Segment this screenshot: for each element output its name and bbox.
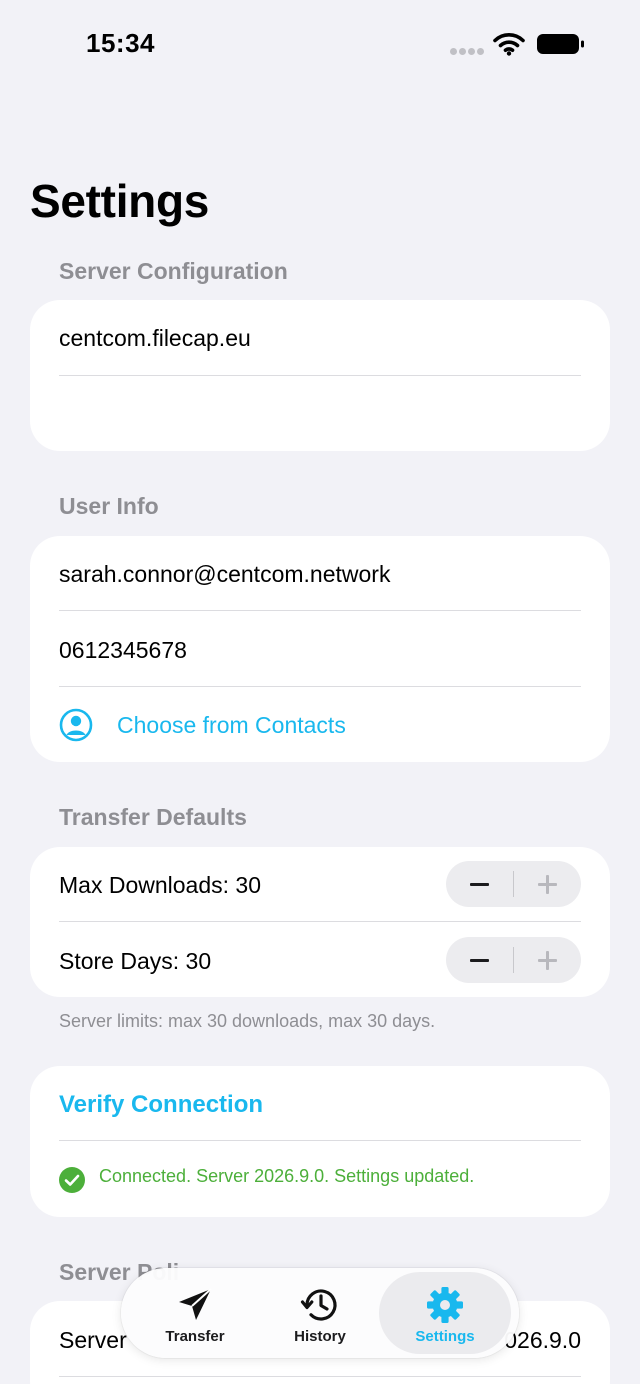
- choose-from-contacts-button[interactable]: Choose from Contacts: [117, 712, 346, 739]
- server-config-card: centcom.filecap.eu: [30, 300, 610, 451]
- email-field[interactable]: sarah.connor@centcom.network: [59, 561, 581, 588]
- server-limits-note: Server limits: max 30 downloads, max 30 …: [59, 1011, 436, 1031]
- gear-icon: [427, 1287, 463, 1323]
- connection-status-text: Connected. Server 2026.9.0. Settings upd…: [99, 1166, 475, 1186]
- page-title: Settings: [30, 175, 210, 227]
- transfer-defaults-header: Transfer Defaults: [59, 804, 247, 830]
- battery-icon: [537, 34, 584, 54]
- divider: [59, 1376, 581, 1377]
- wifi-icon: [493, 33, 525, 56]
- divider: [59, 610, 581, 611]
- tab-settings[interactable]: Settings: [379, 1272, 511, 1354]
- verify-card: Verify Connection Connected. Server 2026…: [30, 1066, 610, 1217]
- tab-history[interactable]: History: [254, 1272, 386, 1354]
- server-version-value: 026.9.0: [504, 1327, 581, 1353]
- status-time: 15:34: [86, 28, 155, 58]
- tab-label: Settings: [415, 1328, 475, 1345]
- settings-screen: 15:34 Settings Server Configuration cent…: [0, 0, 640, 1384]
- server-second-field[interactable]: [59, 400, 581, 428]
- store-days-decrement-button[interactable]: [446, 937, 513, 983]
- person-circle-icon[interactable]: [59, 708, 93, 742]
- max-downloads-label: Max Downloads: 30: [59, 872, 261, 898]
- paperplane-icon: [179, 1288, 212, 1320]
- server-url-field[interactable]: centcom.filecap.eu: [59, 325, 581, 352]
- user-info-header: User Info: [59, 493, 159, 519]
- transfer-defaults-card: Max Downloads: 30 Store Days: 30: [30, 847, 610, 997]
- status-bar: 15:34: [0, 0, 640, 90]
- server-version-label: Server: [59, 1327, 127, 1353]
- tab-bar: Transfer History Settings: [121, 1268, 519, 1358]
- store-days-increment-button[interactable]: [514, 937, 581, 983]
- user-info-card: sarah.connor@centcom.network 0612345678 …: [30, 536, 610, 762]
- divider: [59, 1140, 581, 1141]
- clock-history-icon: [300, 1289, 337, 1321]
- server-config-header: Server Configuration: [59, 258, 288, 284]
- tab-transfer[interactable]: Transfer: [129, 1272, 261, 1354]
- divider: [59, 686, 581, 687]
- store-days-label: Store Days: 30: [59, 948, 212, 974]
- store-days-stepper: [446, 937, 581, 983]
- tab-label: History: [294, 1328, 346, 1345]
- max-downloads-increment-button[interactable]: [514, 861, 581, 907]
- verify-connection-button[interactable]: Verify Connection: [59, 1091, 263, 1119]
- phone-field[interactable]: 0612345678: [59, 637, 581, 664]
- max-downloads-stepper: [446, 861, 581, 907]
- cellular-dots-icon: [450, 48, 486, 56]
- max-downloads-decrement-button[interactable]: [446, 861, 513, 907]
- tab-label: Transfer: [165, 1328, 225, 1345]
- checkmark-circle-icon: [59, 1167, 85, 1193]
- divider: [59, 375, 581, 376]
- divider: [59, 921, 581, 922]
